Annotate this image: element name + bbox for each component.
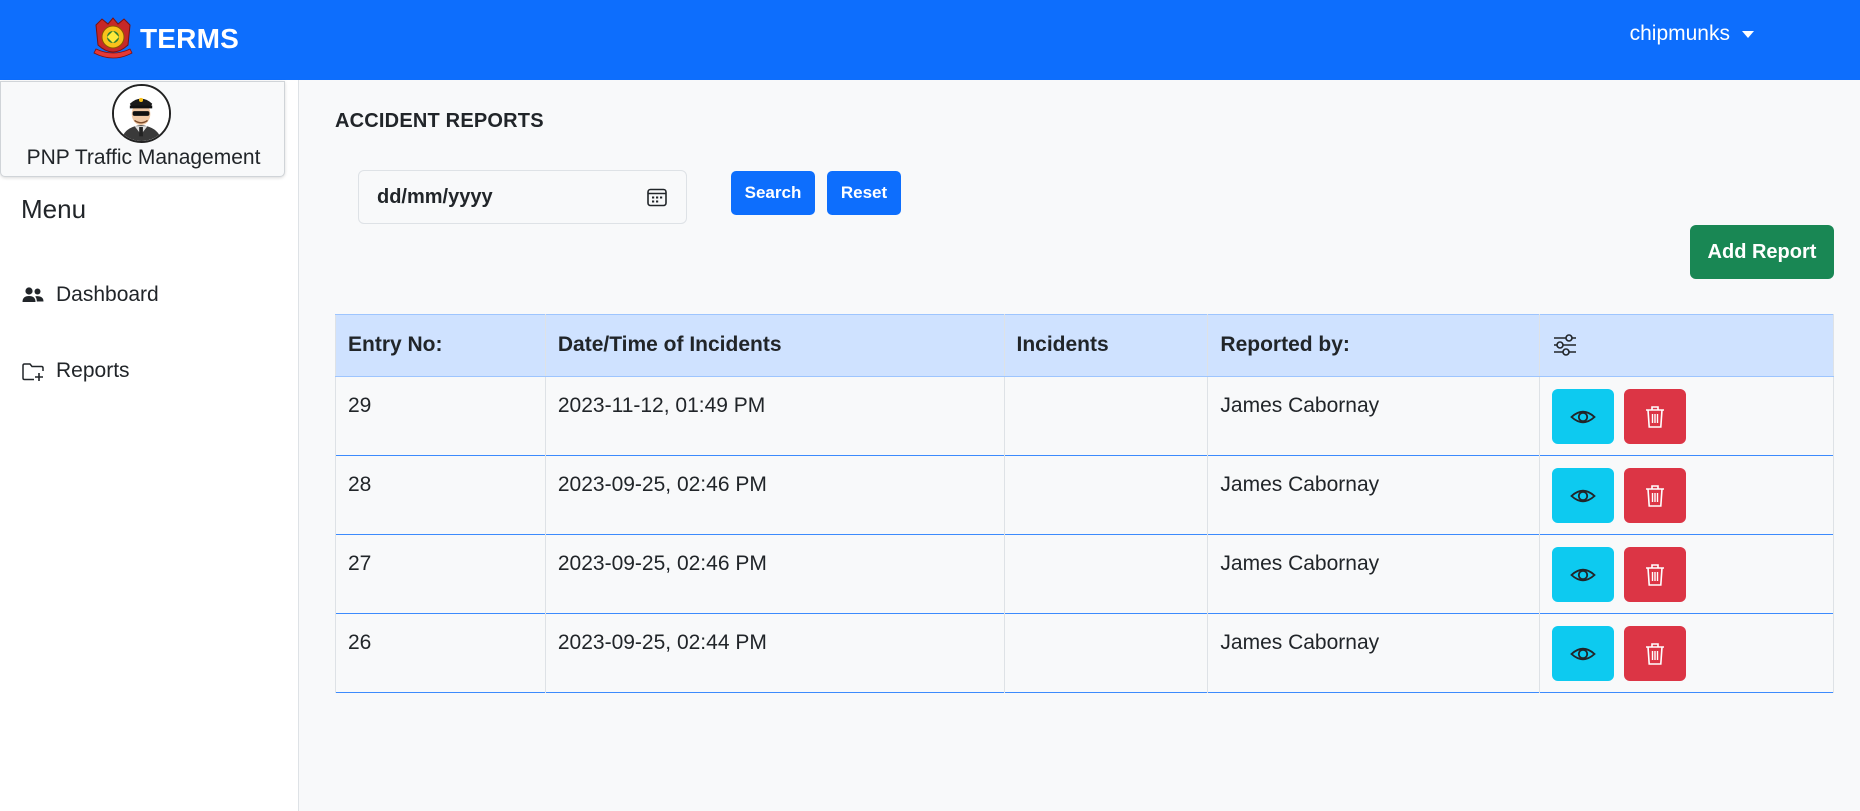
table-header-row: Entry No: Date/Time of Incidents Inciden… [335,314,1834,377]
cell-datetime: 2023-11-12, 01:49 PM [544,376,1005,456]
brand[interactable]: TERMS [90,14,239,64]
add-report-button[interactable]: Add Report [1690,225,1834,279]
sliders-icon [1554,334,1577,356]
sidebar-item-reports[interactable]: Reports [21,359,130,383]
view-button[interactable] [1552,626,1615,681]
cell-reported-by: James Cabornay [1207,613,1541,693]
col-entry-no: Entry No: [335,314,546,377]
delete-button[interactable] [1624,626,1687,681]
profile-name: PNP Traffic Management [26,146,261,169]
profile-card: PNP Traffic Management [0,81,285,177]
user-dropdown[interactable]: chipmunks [1630,22,1754,46]
cell-actions [1539,376,1834,456]
pnp-logo-icon [93,17,133,59]
cell-entry: 29 [335,376,546,456]
eye-icon [1570,489,1597,502]
date-placeholder: dd/mm/yyyy [377,185,493,208]
sidebar-item-label: Reports [56,359,130,382]
cell-incidents [1003,534,1209,614]
cell-entry: 27 [335,534,546,614]
delete-button[interactable] [1624,468,1687,523]
cell-entry: 28 [335,455,546,535]
col-reported-by: Reported by: [1207,314,1541,377]
eye-icon [1570,568,1597,581]
cell-incidents [1003,376,1209,456]
view-button[interactable] [1552,468,1615,523]
reports-table: Entry No: Date/Time of Incidents Inciden… [335,314,1834,693]
people-icon [22,287,44,302]
trash-icon [1646,484,1665,507]
username: chipmunks [1629,22,1730,45]
delete-button[interactable] [1624,547,1687,602]
search-button[interactable]: Search [731,171,815,215]
cell-reported-by: James Cabornay [1207,534,1541,614]
col-incidents: Incidents [1003,314,1209,377]
table-row: 28 2023-09-25, 02:46 PM James Cabornay [335,455,1834,535]
table-row: 26 2023-09-25, 02:44 PM James Cabornay [335,613,1834,693]
eye-icon [1570,647,1597,660]
folder-plus-icon [22,363,44,381]
brand-text: TERMS [140,23,239,54]
trash-icon [1646,405,1665,428]
reset-button[interactable]: Reset [827,171,901,215]
trash-icon [1646,563,1665,586]
top-navbar: TERMS chipmunks [0,0,1860,80]
table-row: 29 2023-11-12, 01:49 PM James Cabornay [335,376,1834,456]
cell-datetime: 2023-09-25, 02:46 PM [544,455,1005,535]
cell-datetime: 2023-09-25, 02:46 PM [544,534,1005,614]
view-button[interactable] [1552,389,1615,444]
cell-actions [1539,613,1834,693]
sidebar-item-dashboard[interactable]: Dashboard [21,283,159,307]
menu-title: Menu [21,194,87,224]
col-datetime: Date/Time of Incidents [544,314,1005,377]
view-button[interactable] [1552,547,1615,602]
calendar-icon[interactable] [646,186,668,208]
cell-datetime: 2023-09-25, 02:44 PM [544,613,1005,693]
cell-actions [1539,534,1834,614]
avatar [112,84,171,143]
trash-icon [1646,642,1665,665]
col-actions [1539,314,1834,377]
table-row: 27 2023-09-25, 02:46 PM James Cabornay [335,534,1834,614]
police-officer-icon [114,86,169,141]
caret-down-icon [1742,30,1754,38]
delete-button[interactable] [1624,389,1687,444]
eye-icon [1570,410,1597,423]
sidebar-item-label: Dashboard [56,283,159,306]
sidebar: PNP Traffic Management Menu Dashboard Re… [0,80,299,811]
page-title: ACCIDENT REPORTS [335,110,544,132]
cell-entry: 26 [335,613,546,693]
date-filter-input[interactable]: dd/mm/yyyy [358,170,687,224]
cell-incidents [1003,455,1209,535]
cell-reported-by: James Cabornay [1207,455,1541,535]
cell-incidents [1003,613,1209,693]
cell-actions [1539,455,1834,535]
cell-reported-by: James Cabornay [1207,376,1541,456]
